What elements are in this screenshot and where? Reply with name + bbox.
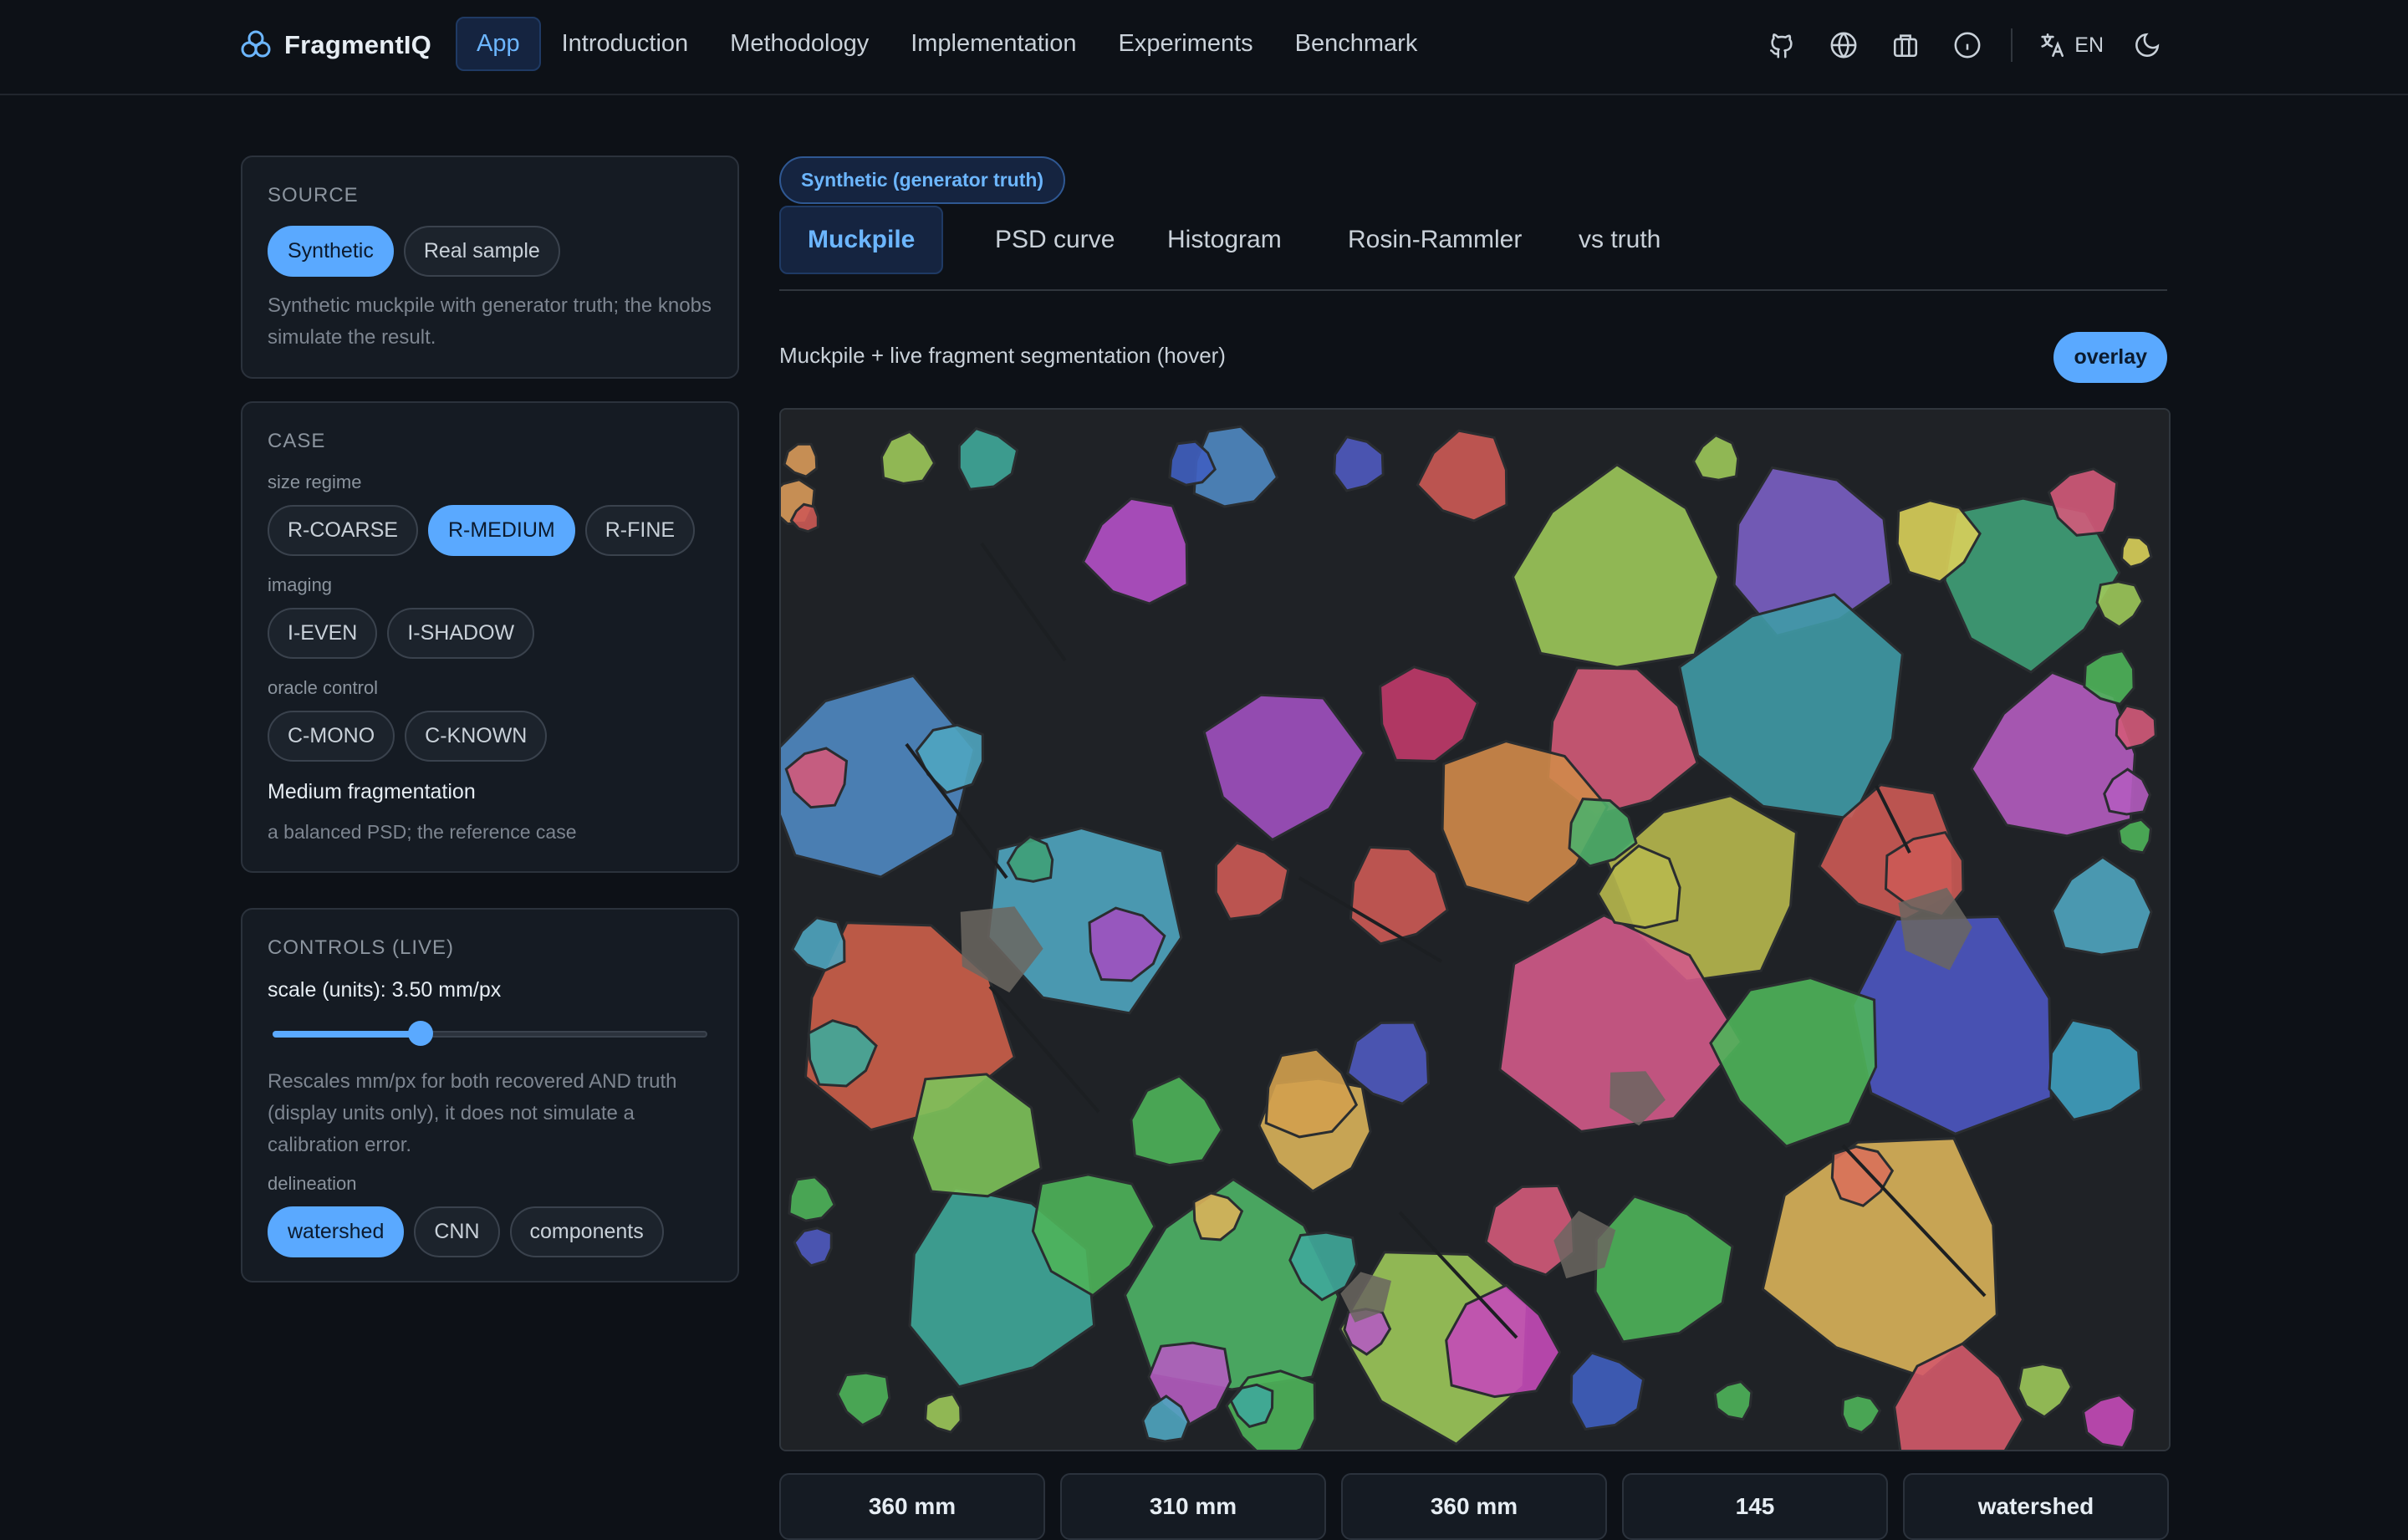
tab-muckpile[interactable]: Muckpile (779, 206, 944, 274)
slider-fill (273, 1031, 421, 1038)
moon-icon[interactable] (2129, 27, 2166, 64)
imaging-label: imaging (268, 574, 333, 595)
source-badge: Synthetic (generator truth) (779, 156, 1066, 204)
tab-vs-truth[interactable]: vs truth (1550, 206, 1689, 274)
oracle-mono-button[interactable]: C-MONO (268, 711, 395, 762)
language-switch[interactable]: EN (2038, 31, 2104, 59)
brand-name: FragmentIQ (284, 30, 431, 59)
case-description: a balanced PSD; the reference case (268, 821, 577, 843)
delineation-components-button[interactable]: components (509, 1206, 664, 1257)
scale-label: scale (units): 3.50 mm/px (268, 978, 502, 1002)
imaging-shadow-button[interactable]: I-SHADOW (387, 608, 535, 659)
muckpile-segmentation-canvas[interactable] (779, 408, 2171, 1451)
delineation-cnn-button[interactable]: CNN (414, 1206, 500, 1257)
case-title: CASE (268, 430, 326, 452)
imaging-even-button[interactable]: I-EVEN (268, 608, 378, 659)
oracle-known-button[interactable]: C-KNOWN (405, 711, 548, 762)
nav-app[interactable]: App (456, 17, 541, 71)
size-regime-label: size regime (268, 472, 362, 492)
stat-card: watershed (1903, 1473, 2169, 1540)
controls-card: CONTROLS (LIVE) scale (units): 3.50 mm/p… (241, 908, 739, 1282)
brand[interactable]: FragmentIQ (239, 28, 431, 62)
top-nav-bar: FragmentIQ App Introduction Methodology … (0, 0, 2408, 95)
fragment-logo-icon (241, 30, 271, 58)
nav-experiments[interactable]: Experiments (1098, 17, 1274, 71)
size-medium-button[interactable]: R-MEDIUM (427, 505, 575, 556)
nav-implementation[interactable]: Implementation (890, 17, 1097, 71)
stat-card: 360 mm (779, 1473, 1045, 1540)
panel-caption: Muckpile + live fragment segmentation (h… (779, 343, 1226, 368)
scale-description: Rescales mm/px for both recovered AND tr… (268, 1070, 677, 1156)
scale-slider[interactable] (273, 1021, 707, 1048)
case-name: Medium fragmentation (268, 780, 476, 803)
nav-benchmark[interactable]: Benchmark (1274, 17, 1439, 71)
delineation-watershed-button[interactable]: watershed (268, 1206, 405, 1257)
muckpile-image[interactable] (781, 410, 2169, 1450)
tab-histogram[interactable]: Histogram (1139, 206, 1310, 274)
translate-icon (2041, 33, 2064, 58)
github-icon[interactable] (1763, 27, 1800, 64)
size-fine-button[interactable]: R-FINE (584, 505, 696, 556)
oracle-control-label: oracle control (268, 677, 379, 698)
tab-psd-curve[interactable]: PSD curve (967, 206, 1143, 274)
source-description: Synthetic muckpile with generator truth;… (268, 294, 712, 349)
language-label: EN (2074, 33, 2104, 57)
stats-row: 360 mm 310 mm 360 mm 145 watershed (779, 1473, 2169, 1540)
header-divider (2011, 28, 2013, 62)
globe-icon[interactable] (1825, 27, 1862, 64)
source-real-sample-button[interactable]: Real sample (403, 226, 560, 277)
stat-card: 360 mm (1341, 1473, 1607, 1540)
header-tools: EN (1738, 27, 2166, 64)
size-coarse-button[interactable]: R-COARSE (268, 505, 418, 556)
delineation-label: delineation (268, 1173, 357, 1194)
stat-card: 145 (1622, 1473, 1888, 1540)
main-nav: App Introduction Methodology Implementat… (456, 17, 1438, 71)
nav-introduction[interactable]: Introduction (541, 17, 710, 71)
briefcase-icon[interactable] (1887, 27, 1924, 64)
tab-rosin-rammler[interactable]: Rosin-Rammler (1319, 206, 1550, 274)
view-tabs: Muckpile PSD curve Histogram Rosin-Ramml… (779, 206, 2167, 291)
info-icon[interactable] (1949, 27, 1986, 64)
case-card: CASE size regime R-COARSE R-MEDIUM R-FIN… (241, 401, 739, 873)
overlay-toggle-button[interactable]: overlay (2053, 332, 2167, 383)
source-card: SOURCE Synthetic Real sample Synthetic m… (241, 156, 739, 379)
stat-card: 310 mm (1060, 1473, 1326, 1540)
slider-thumb[interactable] (407, 1021, 433, 1046)
controls-title: CONTROLS (LIVE) (268, 936, 455, 959)
nav-methodology[interactable]: Methodology (709, 17, 890, 71)
source-title: SOURCE (268, 184, 359, 207)
source-synthetic-button[interactable]: Synthetic (268, 226, 394, 277)
